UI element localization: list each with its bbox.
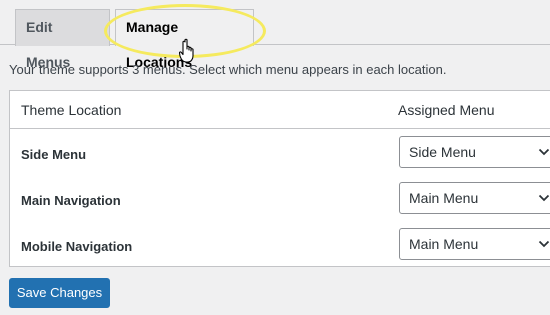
location-label-mobile-navigation: Mobile Navigation bbox=[21, 239, 133, 254]
table-header: Theme Location Assigned Menu bbox=[10, 91, 550, 129]
location-label-main-navigation: Main Navigation bbox=[21, 193, 121, 208]
nav-tabs: Edit Menus Manage Locations bbox=[0, 0, 550, 70]
tab-edit-menus[interactable]: Edit Menus bbox=[15, 9, 110, 70]
save-changes-button[interactable]: Save Changes bbox=[9, 278, 110, 308]
chevron-down-icon bbox=[538, 148, 550, 156]
side-menu-select[interactable]: Side Menu bbox=[399, 136, 550, 168]
menu-locations-table: Theme Location Assigned Menu Side Menu S… bbox=[9, 90, 550, 267]
chevron-down-icon bbox=[538, 240, 550, 248]
header-assigned-menu: Assigned Menu bbox=[398, 102, 495, 118]
main-navigation-select[interactable]: Main Menu bbox=[399, 182, 550, 214]
location-label-side-menu: Side Menu bbox=[21, 147, 87, 162]
header-theme-location: Theme Location bbox=[21, 102, 122, 118]
mobile-navigation-select-value: Main Menu bbox=[409, 236, 479, 252]
side-menu-select-value: Side Menu bbox=[409, 144, 476, 160]
chevron-down-icon bbox=[538, 194, 550, 202]
locations-description: Your theme supports 3 menus. Select whic… bbox=[9, 62, 447, 77]
main-navigation-select-value: Main Menu bbox=[409, 190, 479, 206]
hand-pointer-icon bbox=[179, 38, 194, 63]
mobile-navigation-select[interactable]: Main Menu bbox=[399, 228, 550, 260]
